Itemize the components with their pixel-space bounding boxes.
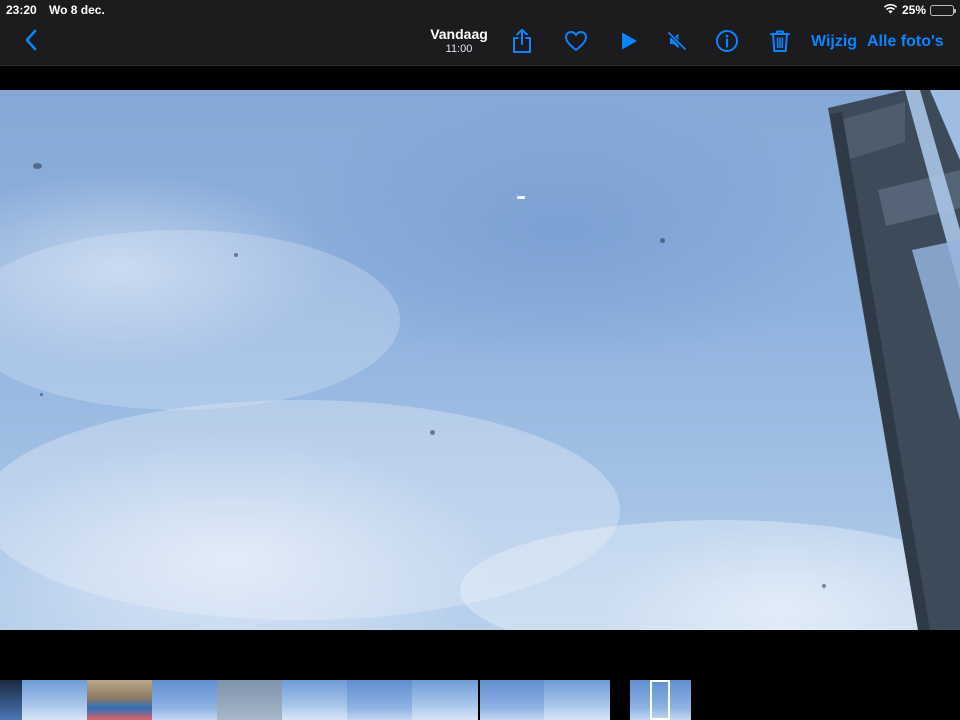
status-bar: 23:20 Wo 8 dec. 25% bbox=[0, 0, 960, 20]
photo-image[interactable] bbox=[0, 90, 960, 630]
info-button[interactable] bbox=[713, 29, 741, 57]
nav-bar: Vandaag 11:00 Wijzig Alle foto's bbox=[0, 20, 960, 66]
wifi-icon bbox=[883, 3, 898, 17]
play-icon bbox=[619, 31, 639, 56]
status-date: Wo 8 dec. bbox=[49, 3, 105, 17]
battery-percent: 25% bbox=[901, 3, 926, 17]
filmstrip-thumbnail[interactable] bbox=[282, 680, 347, 720]
delete-button[interactable] bbox=[766, 29, 794, 57]
trash-icon bbox=[769, 29, 791, 58]
filmstrip-thumbnail[interactable] bbox=[630, 680, 650, 720]
play-button[interactable] bbox=[615, 29, 643, 57]
dust-speck bbox=[822, 584, 826, 588]
heart-icon bbox=[564, 30, 588, 57]
favorite-button[interactable] bbox=[562, 29, 590, 57]
dust-speck bbox=[33, 163, 42, 169]
photo-title: Vandaag 11:00 bbox=[410, 26, 508, 56]
filmstrip-thumbnail[interactable] bbox=[412, 680, 478, 720]
dust-speck bbox=[234, 253, 238, 257]
filmstrip-thumbnail-selected[interactable] bbox=[650, 680, 670, 720]
status-time: 23:20 bbox=[6, 3, 37, 17]
speaker-muted-icon bbox=[666, 30, 688, 57]
battery-tip bbox=[954, 8, 956, 13]
all-photos-button[interactable]: Alle foto's bbox=[867, 33, 944, 51]
share-icon bbox=[511, 28, 533, 59]
back-button[interactable] bbox=[18, 29, 44, 55]
filmstrip-thumbnail[interactable] bbox=[0, 680, 22, 720]
small-bird bbox=[517, 196, 525, 199]
chevron-left-icon bbox=[24, 29, 38, 56]
dust-speck bbox=[660, 238, 665, 243]
filmstrip-thumbnail[interactable] bbox=[22, 680, 87, 720]
cloud bbox=[0, 230, 400, 410]
info-icon bbox=[715, 29, 739, 58]
filmstrip bbox=[0, 678, 960, 720]
photo-date-title: Vandaag bbox=[430, 26, 488, 42]
filmstrip-thumbnail[interactable] bbox=[544, 680, 610, 720]
photo-viewer[interactable] bbox=[0, 67, 960, 678]
photo-time: 11:00 bbox=[445, 43, 473, 55]
edit-button[interactable]: Wijzig bbox=[811, 33, 857, 51]
mute-button[interactable] bbox=[663, 29, 691, 57]
filmstrip-thumbnail[interactable] bbox=[152, 680, 217, 720]
filmstrip-thumbnail[interactable] bbox=[347, 680, 412, 720]
filmstrip-thumbnail[interactable] bbox=[87, 680, 152, 720]
filmstrip-thumbnail[interactable] bbox=[670, 680, 691, 720]
filmstrip-thumbnail[interactable] bbox=[217, 680, 282, 720]
filmstrip-thumbnail[interactable] bbox=[480, 680, 544, 720]
share-button[interactable] bbox=[508, 28, 536, 59]
battery-icon bbox=[930, 4, 956, 16]
status-indicators: 25% bbox=[883, 2, 956, 18]
dust-speck bbox=[430, 430, 435, 435]
dust-speck bbox=[40, 393, 43, 396]
photo-scene bbox=[0, 90, 960, 630]
